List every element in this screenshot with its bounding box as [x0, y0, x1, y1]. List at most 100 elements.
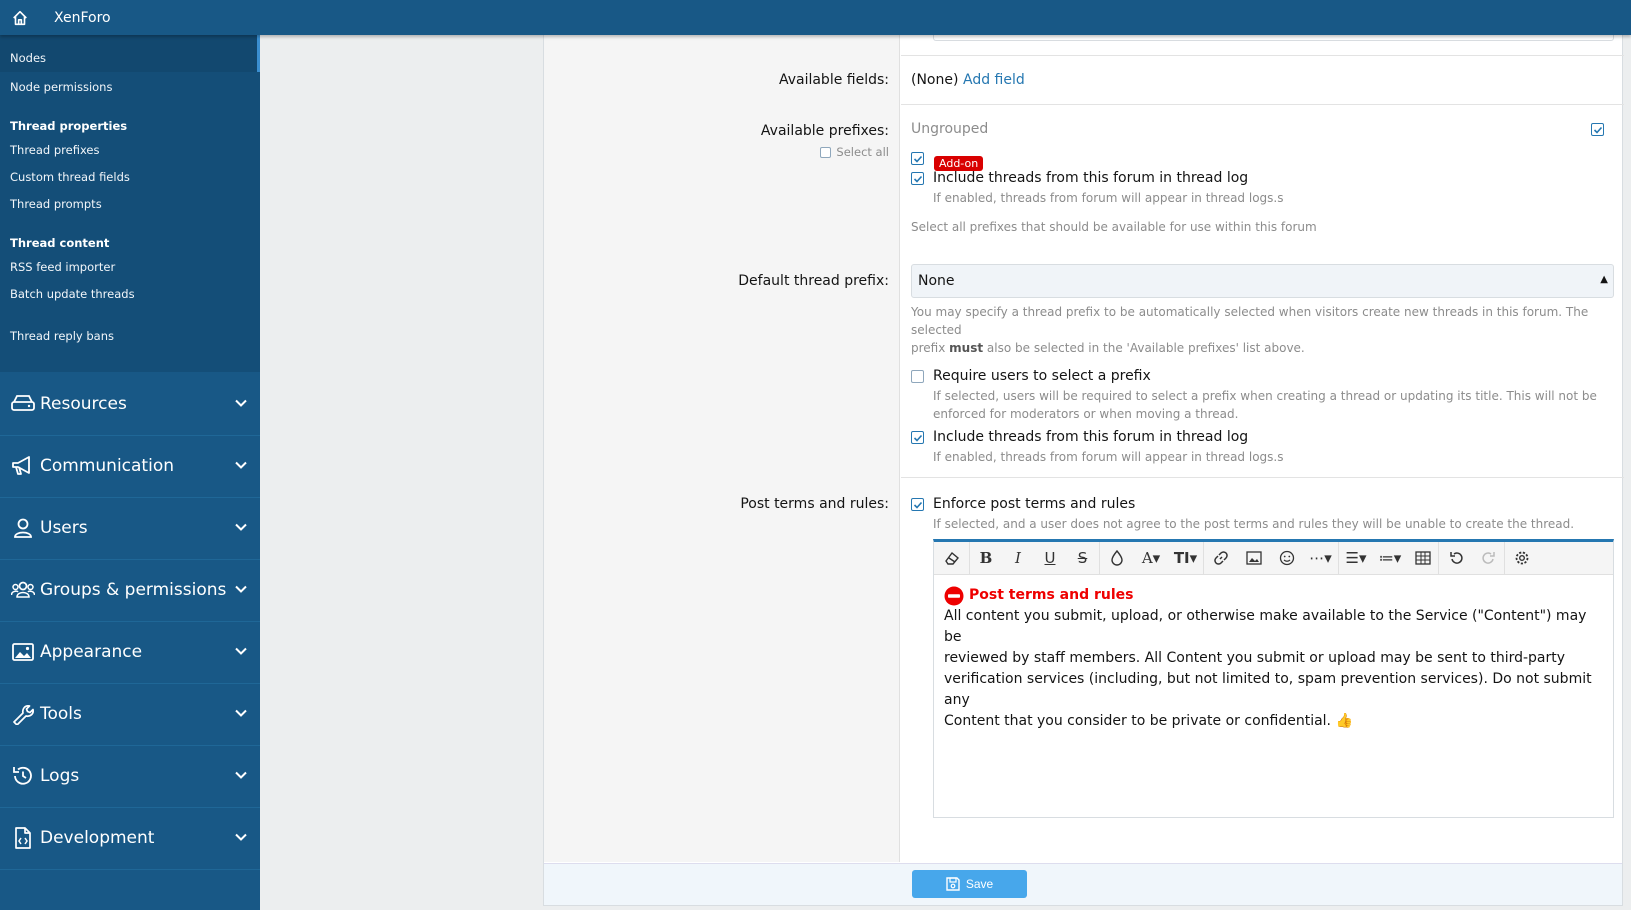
table-icon[interactable]: [1407, 541, 1439, 575]
megaphone-icon: [12, 455, 30, 475]
prefix-thread-log-checkbox[interactable]: [911, 172, 924, 185]
nav-groups-permissions[interactable]: Groups & permissions: [0, 558, 260, 622]
post-terms-label: Post terms and rules:: [740, 496, 889, 512]
thread-log-label[interactable]: Include threads from this forum in threa…: [933, 429, 1248, 445]
nav-tools-label: Tools: [40, 703, 82, 724]
require-prefix-hint: If selected, users will be required to s…: [933, 387, 1597, 423]
nav-resources-label: Resources: [40, 393, 127, 414]
align-icon[interactable]: ☰▾: [1339, 542, 1373, 575]
default-thread-prefix-hint: You may specify a thread prefix to be au…: [911, 303, 1611, 357]
editor-line-3: verification services (including, but no…: [944, 671, 1592, 708]
save-button-label: Save: [965, 877, 994, 891]
select-all-checkbox[interactable]: [820, 146, 832, 158]
nav-development[interactable]: Development: [0, 806, 260, 870]
default-prefix-hint-line-1: You may specify a thread prefix to be au…: [911, 305, 1589, 337]
sidebar-item-thread-prefixes[interactable]: Thread prefixes: [10, 143, 99, 157]
settings-gear-icon[interactable]: [1505, 542, 1539, 575]
select-all-toggle[interactable]: Select all: [820, 145, 889, 159]
nav-users[interactable]: Users: [0, 496, 260, 560]
editor-toolbar: B I U S A▾ TI▾ ⋯▾ ☰▾ ≔▾: [934, 541, 1613, 575]
chevron-down-icon: [235, 399, 247, 407]
save-button[interactable]: Save: [912, 870, 1027, 898]
add-field-link[interactable]: Add field: [963, 72, 1025, 88]
previous-field-edge: [933, 35, 1614, 41]
underline-icon[interactable]: U: [1034, 542, 1066, 575]
default-prefix-hint-prefix: prefix: [911, 341, 950, 355]
ungrouped-select-checkbox[interactable]: [1591, 123, 1604, 136]
editor-line-1: All content you submit, upload, or other…: [944, 608, 1587, 645]
font-family-icon[interactable]: A▾: [1134, 542, 1168, 575]
available-fields-label: Available fields:: [778, 72, 889, 88]
sidebar-item-node-permissions[interactable]: Node permissions: [10, 80, 112, 94]
enforce-terms-label[interactable]: Enforce post terms and rules: [933, 496, 1135, 512]
editor-line-2: reviewed by staff members. All Content y…: [944, 650, 1566, 666]
nav-tools[interactable]: Tools: [0, 682, 260, 746]
emoji-icon[interactable]: [1270, 542, 1303, 575]
form-labels-column: Available fields: Available prefixes: Se…: [544, 35, 900, 862]
bold-icon[interactable]: B: [970, 542, 1002, 575]
redo-icon[interactable]: [1473, 541, 1505, 575]
nav-resources[interactable]: Resources: [0, 372, 260, 436]
sidebar-item-custom-thread-fields[interactable]: Custom thread fields: [10, 170, 130, 184]
nav-appearance-label: Appearance: [40, 641, 143, 662]
default-thread-prefix-value: None: [918, 273, 955, 289]
sidebar-item-batch-update-threads[interactable]: Batch update threads: [10, 287, 135, 301]
text-color-icon[interactable]: [1100, 542, 1134, 575]
default-thread-prefix-select[interactable]: None ▲: [911, 264, 1614, 298]
file-code-icon: [15, 826, 31, 849]
nav-communication[interactable]: Communication: [0, 434, 260, 498]
addon-prefix-badge: Add-on: [934, 156, 984, 171]
brand-title[interactable]: XenForo: [54, 10, 111, 26]
more-options-icon[interactable]: ⋯▾: [1303, 541, 1339, 575]
image-icon: [12, 642, 34, 661]
prefix-thread-log-label[interactable]: Include threads from this forum in threa…: [933, 170, 1248, 186]
require-prefix-checkbox[interactable]: [911, 370, 924, 383]
no-entry-icon: [944, 586, 964, 605]
chevron-down-icon: [235, 647, 247, 655]
nav-groups-permissions-label: Groups & permissions: [40, 579, 227, 600]
sidebar-heading-thread-content: Thread content: [10, 236, 110, 250]
row-divider: [901, 477, 1624, 478]
chevron-down-icon: [235, 771, 247, 779]
prefix-thread-log-hint: If enabled, threads from forum will appe…: [933, 191, 1284, 205]
sidebar-item-thread-prompts[interactable]: Thread prompts: [10, 197, 102, 211]
chevron-down-icon: [235, 709, 247, 717]
history-icon: [13, 766, 32, 785]
enforce-terms-checkbox[interactable]: [911, 498, 924, 511]
strikethrough-icon[interactable]: S: [1066, 541, 1100, 575]
editor-title-text: Post terms and rules: [969, 587, 1134, 603]
sidebar-item-thread-reply-bans[interactable]: Thread reply bans: [10, 329, 114, 343]
select-arrows-icon: ▲: [1600, 274, 1608, 285]
select-all-label: Select all: [836, 145, 889, 159]
thread-log-checkbox[interactable]: [911, 431, 924, 444]
users-group-icon: [11, 581, 35, 598]
enforce-terms-hint: If selected, and a user does not agree t…: [933, 517, 1575, 531]
link-icon[interactable]: [1204, 542, 1237, 575]
require-prefix-label[interactable]: Require users to select a prefix: [933, 368, 1151, 384]
home-icon[interactable]: [11, 9, 29, 27]
available-prefixes-hint: Select all prefixes that should be avail…: [911, 220, 1317, 234]
form-fields-column: (None) Add field Ungrouped Add-on Includ…: [901, 35, 1624, 862]
rich-text-editor[interactable]: B I U S A▾ TI▾ ⋯▾ ☰▾ ≔▾ Post terms and r…: [933, 539, 1614, 818]
font-size-icon[interactable]: TI▾: [1168, 541, 1204, 575]
italic-icon[interactable]: I: [1002, 542, 1034, 575]
require-prefix-hint-line-1: If selected, users will be required to s…: [933, 389, 1597, 403]
list-icon[interactable]: ≔▾: [1373, 542, 1407, 575]
nav-appearance[interactable]: Appearance: [0, 620, 260, 684]
row-divider: [901, 104, 1624, 105]
editor-content[interactable]: Post terms and rules All content you sub…: [934, 575, 1613, 742]
prefix-addon-checkbox[interactable]: [911, 152, 924, 165]
chevron-down-icon: [235, 585, 247, 593]
chevron-down-icon: [235, 523, 247, 531]
nav-logs[interactable]: Logs: [0, 744, 260, 808]
eraser-icon[interactable]: [934, 541, 970, 575]
editor-line-4-text: Content that you consider to be private …: [944, 713, 1332, 729]
undo-icon[interactable]: [1439, 542, 1473, 575]
insert-image-icon[interactable]: [1237, 542, 1270, 575]
sidebar-item-rss-feed-importer[interactable]: RSS feed importer: [10, 260, 115, 274]
editor-line-4: Content that you consider to be private …: [944, 711, 1603, 732]
nav-communication-label: Communication: [40, 455, 174, 476]
sidebar-item-nodes[interactable]: Nodes: [0, 35, 260, 72]
sidebar: Nodes Node permissions Thread properties…: [0, 35, 260, 910]
nav-development-label: Development: [40, 827, 155, 848]
